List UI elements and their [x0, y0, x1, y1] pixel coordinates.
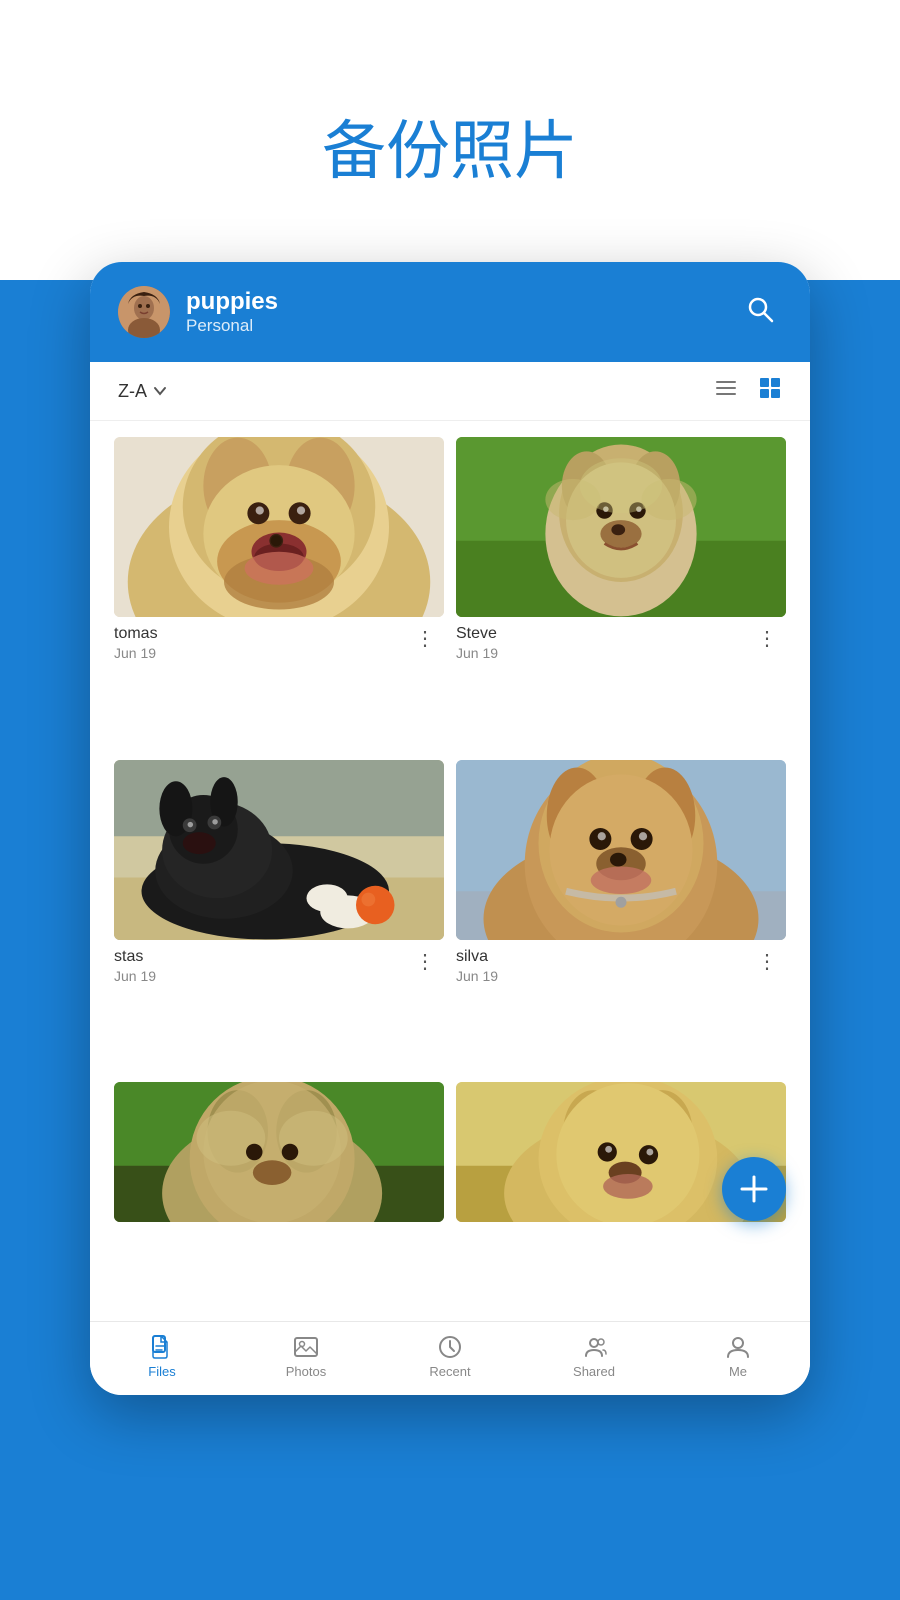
- list-item: Steve Jun 19 ⋮: [456, 437, 786, 748]
- dog-photo-stas: [114, 760, 444, 940]
- plus-icon: [738, 1173, 770, 1205]
- nav-files-label: Files: [148, 1364, 175, 1379]
- nav-recent-label: Recent: [429, 1364, 470, 1379]
- phone-frame: puppies Personal Z-A: [90, 262, 810, 1395]
- nav-photos[interactable]: Photos: [266, 1334, 346, 1379]
- item-date: Jun 19: [456, 968, 498, 984]
- recent-icon: [437, 1334, 463, 1360]
- item-text: silva Jun 19: [456, 948, 498, 984]
- item-text: tomas Jun 19: [114, 625, 158, 661]
- list-item: silva Jun 19 ⋮: [456, 760, 786, 1071]
- files-icon: [149, 1334, 175, 1360]
- list-item: tomas Jun 19 ⋮: [114, 437, 444, 748]
- dog-photo-steve: [456, 437, 786, 617]
- item-thumbnail[interactable]: [456, 437, 786, 617]
- nav-me[interactable]: Me: [698, 1334, 778, 1379]
- item-thumbnail[interactable]: [114, 437, 444, 617]
- add-button[interactable]: [722, 1157, 786, 1221]
- list-item: [114, 1082, 444, 1305]
- search-icon: [746, 295, 774, 323]
- app-header: puppies Personal: [90, 262, 810, 362]
- nav-recent[interactable]: Recent: [410, 1334, 490, 1379]
- shared-icon: [581, 1334, 607, 1360]
- item-thumbnail[interactable]: [114, 1082, 444, 1222]
- item-name: silva: [456, 948, 498, 966]
- item-date: Jun 19: [114, 968, 156, 984]
- dog-photo-tomas: [114, 437, 444, 617]
- more-button[interactable]: ⋮: [407, 625, 444, 653]
- item-date: Jun 19: [456, 645, 498, 661]
- item-name: tomas: [114, 625, 158, 643]
- grid-view-button[interactable]: [758, 376, 782, 406]
- folder-type: Personal: [186, 316, 278, 336]
- header-text: puppies Personal: [186, 288, 278, 336]
- sort-label: Z-A: [118, 381, 147, 402]
- chevron-down-icon: [153, 384, 167, 398]
- item-thumbnail[interactable]: [456, 760, 786, 940]
- item-info: stas Jun 19 ⋮: [114, 940, 444, 988]
- dog-photo-5: [114, 1082, 444, 1222]
- item-info: tomas Jun 19 ⋮: [114, 617, 444, 665]
- file-grid: tomas Jun 19 ⋮: [90, 421, 810, 1321]
- avatar-image: [118, 286, 170, 338]
- nav-shared-label: Shared: [573, 1364, 615, 1379]
- nav-shared[interactable]: Shared: [554, 1334, 634, 1379]
- item-date: Jun 19: [114, 645, 158, 661]
- more-button[interactable]: ⋮: [749, 625, 786, 653]
- avatar[interactable]: [118, 286, 170, 338]
- page-title: 备份照片: [0, 60, 900, 222]
- item-text: Steve Jun 19: [456, 625, 498, 661]
- item-name: stas: [114, 948, 156, 966]
- item-name: Steve: [456, 625, 498, 643]
- item-thumbnail[interactable]: [114, 760, 444, 940]
- header-left: puppies Personal: [118, 286, 278, 338]
- nav-photos-label: Photos: [286, 1364, 326, 1379]
- avatar-svg: [118, 286, 170, 338]
- toolbar-right: [714, 376, 782, 406]
- photos-icon: [293, 1334, 319, 1360]
- list-view-button[interactable]: [714, 376, 738, 406]
- more-button[interactable]: ⋮: [749, 948, 786, 976]
- sort-button[interactable]: Z-A: [118, 381, 167, 402]
- grid-icon: [758, 376, 782, 400]
- nav-me-label: Me: [729, 1364, 747, 1379]
- item-text: stas Jun 19: [114, 948, 156, 984]
- dog-photo-silva: [456, 760, 786, 940]
- item-info: silva Jun 19 ⋮: [456, 940, 786, 988]
- list-item: stas Jun 19 ⋮: [114, 760, 444, 1071]
- more-button[interactable]: ⋮: [407, 948, 444, 976]
- me-icon: [725, 1334, 751, 1360]
- list-icon: [714, 376, 738, 400]
- nav-files[interactable]: Files: [122, 1334, 202, 1379]
- item-info: Steve Jun 19 ⋮: [456, 617, 786, 665]
- search-button[interactable]: [738, 287, 782, 338]
- folder-name: puppies: [186, 288, 278, 316]
- bottom-navigation: Files Photos Recent Shared: [90, 1321, 810, 1395]
- toolbar: Z-A: [90, 362, 810, 421]
